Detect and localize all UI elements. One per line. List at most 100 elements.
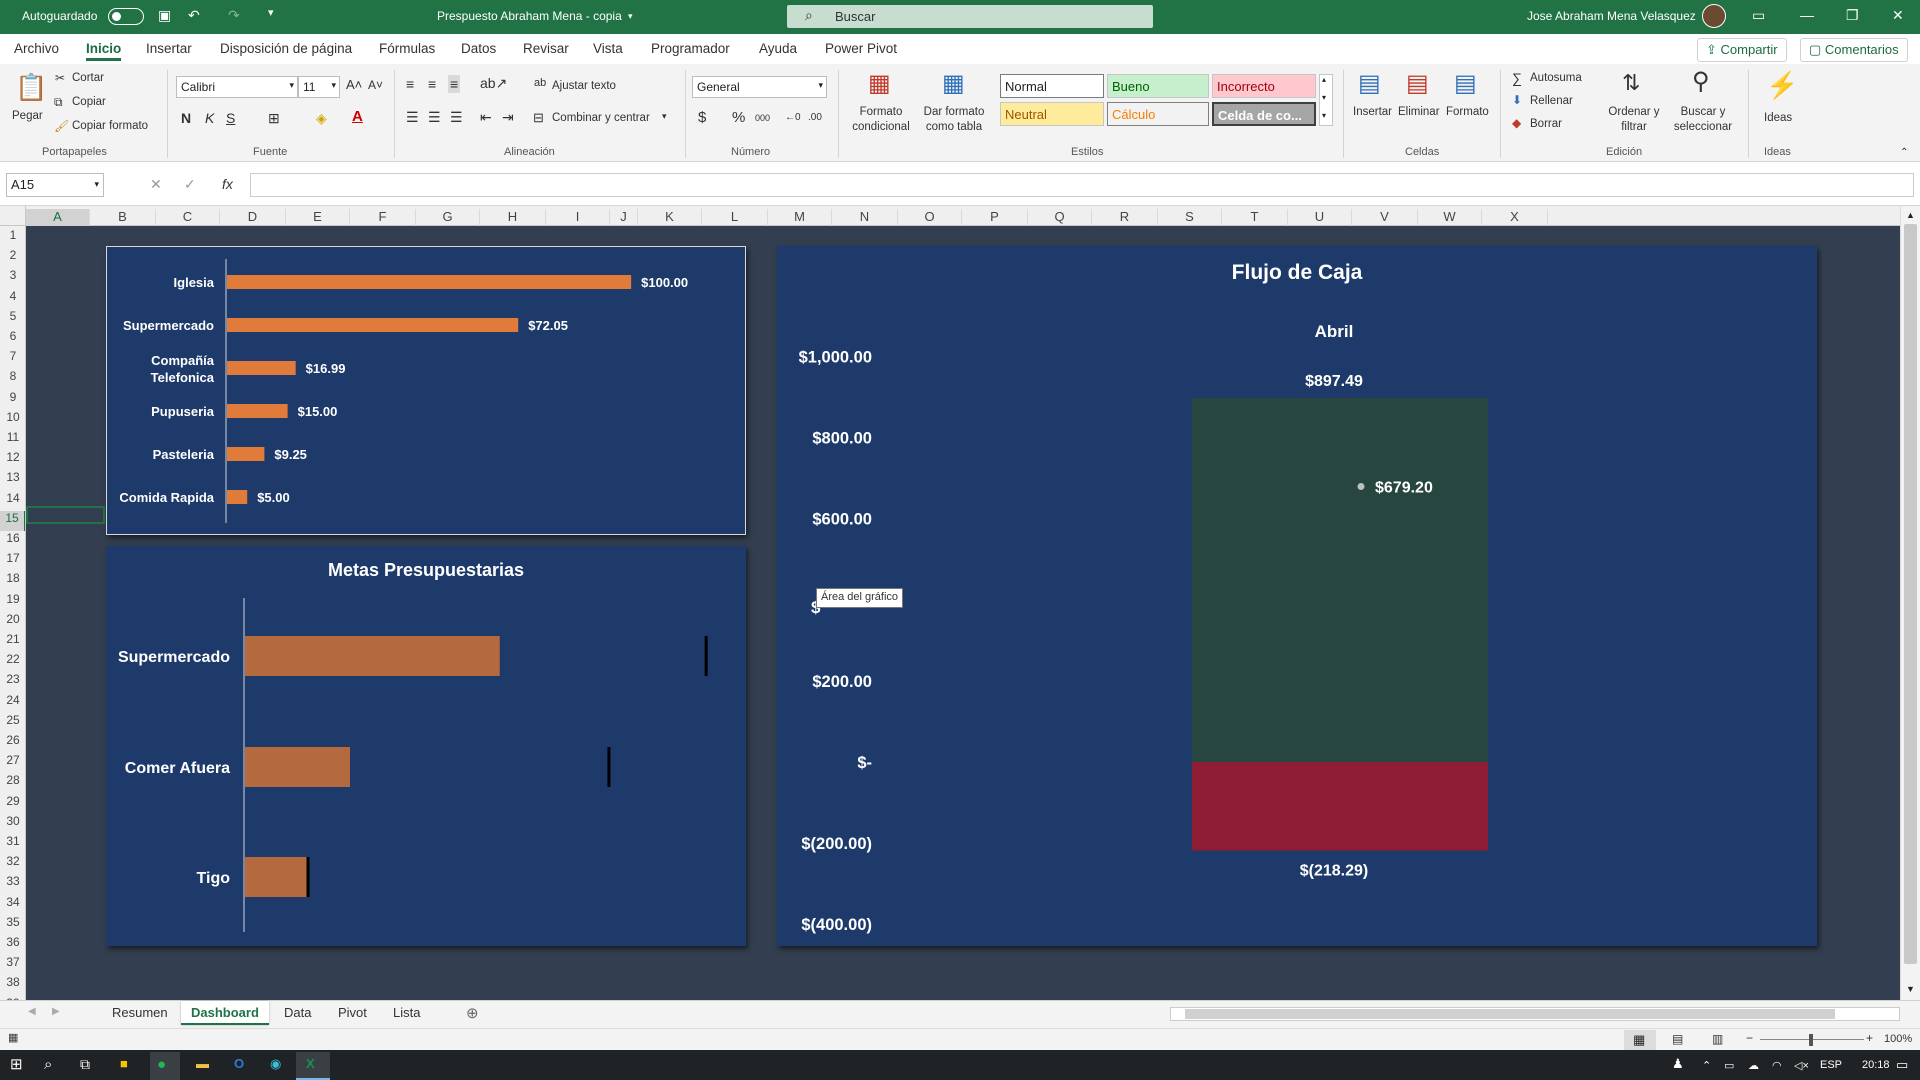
font-color-icon[interactable]: A xyxy=(352,109,363,124)
prev-sheet-icon[interactable]: ◀ xyxy=(28,1007,36,1017)
select-all-corner[interactable] xyxy=(0,206,26,226)
row-header-31[interactable]: 31 xyxy=(0,834,25,854)
row-header-24[interactable]: 24 xyxy=(0,693,25,713)
increase-font-icon[interactable]: A˄ xyxy=(346,78,362,91)
close-icon[interactable]: ✕ xyxy=(1892,8,1904,22)
menu-power-pivot[interactable]: Power Pivot xyxy=(825,41,897,56)
style-normal[interactable]: Normal xyxy=(1000,74,1104,98)
format-cells-button[interactable]: ▤ Formato xyxy=(1444,70,1492,142)
restore-icon[interactable]: ❐ xyxy=(1846,8,1859,22)
wifi-icon[interactable]: ◠ xyxy=(1772,1059,1782,1072)
battery-icon[interactable]: ▭ xyxy=(1724,1059,1734,1072)
decrease-font-icon[interactable]: A˅ xyxy=(368,79,383,91)
borders-icon[interactable]: ⊞ xyxy=(268,111,280,125)
windows-start-icon[interactable]: ⊞ xyxy=(10,1057,23,1072)
styles-scroll[interactable]: ▴ ▾ ▾ xyxy=(1319,74,1333,126)
row-header-18[interactable]: 18 xyxy=(0,571,25,591)
row-header-29[interactable]: 29 xyxy=(0,794,25,814)
align-bottom-icon[interactable]: ≡ xyxy=(448,75,461,93)
spending-chart[interactable]: Iglesia Supermercado Compañía Telefonica Pup… xyxy=(106,246,746,535)
thousands-icon[interactable]: 000 xyxy=(755,114,770,123)
align-center-icon[interactable]: ☰ xyxy=(428,110,441,124)
paste-button[interactable]: 📋 Pegar xyxy=(10,70,48,136)
row-header-19[interactable]: 19 xyxy=(0,592,25,612)
autosave-toggle[interactable] xyxy=(108,8,144,25)
row-header-35[interactable]: 35 xyxy=(0,915,25,935)
show-hidden-icon[interactable]: ⌃ xyxy=(1702,1059,1711,1072)
notification-icon[interactable]: ▭ xyxy=(1896,1057,1908,1073)
row-header-5[interactable]: 5 xyxy=(0,309,25,329)
page-break-icon[interactable]: ▥ xyxy=(1712,1033,1723,1045)
percent-icon[interactable]: % xyxy=(732,110,745,125)
row-header-25[interactable]: 25 xyxy=(0,713,25,733)
page-layout-icon[interactable]: ▤ xyxy=(1672,1033,1683,1045)
underline-button[interactable]: S xyxy=(226,110,235,126)
clear-button[interactable]: Borrar xyxy=(1530,118,1562,130)
undo-icon[interactable]: ↶ xyxy=(188,8,200,22)
add-sheet-icon[interactable]: ⊕ xyxy=(466,1006,479,1021)
align-right-icon[interactable]: ☰ xyxy=(450,110,463,124)
file-explorer-icon[interactable]: ▬ xyxy=(196,1057,209,1070)
cash-flow-chart[interactable]: Flujo de Caja Abril $1,000.00 $800.00 $600… xyxy=(777,246,1817,946)
normal-view-button[interactable]: ▦ xyxy=(1624,1030,1656,1050)
bold-button[interactable]: N xyxy=(181,110,191,126)
style-calculo[interactable]: Cálculo xyxy=(1107,102,1209,126)
menu-datos[interactable]: Datos xyxy=(461,41,496,56)
row-header-32[interactable]: 32 xyxy=(0,854,25,874)
row-header-33[interactable]: 33 xyxy=(0,874,25,894)
copy-icon[interactable]: ⧉ xyxy=(54,96,63,108)
row-header-1[interactable]: 1 xyxy=(0,228,25,248)
menu-insertar[interactable]: Insertar xyxy=(146,41,192,56)
macro-record-icon[interactable]: ▦ xyxy=(8,1033,18,1044)
format-painter-button[interactable]: Copiar formato xyxy=(72,120,148,132)
next-sheet-icon[interactable]: ▶ xyxy=(52,1007,60,1017)
row-header-11[interactable]: 11 xyxy=(0,430,25,450)
autosum-button[interactable]: Autosuma xyxy=(1530,72,1582,84)
title-dropdown-icon[interactable]: ▾ xyxy=(628,11,633,22)
row-header-16[interactable]: 16 xyxy=(0,531,25,551)
menu-vista[interactable]: Vista xyxy=(593,41,623,56)
currency-icon[interactable]: $ xyxy=(698,110,706,125)
sheet-area[interactable]: Iglesia Supermercado Compañía Telefonica Pup… xyxy=(26,226,1900,1000)
row-header-7[interactable]: 7 xyxy=(0,349,25,369)
style-bueno[interactable]: Bueno xyxy=(1107,74,1209,98)
menu-programador[interactable]: Programador xyxy=(651,41,730,56)
row-header-27[interactable]: 27 xyxy=(0,753,25,773)
tab-pivot[interactable]: Pivot xyxy=(338,1005,367,1020)
eraser-icon[interactable]: ◆ xyxy=(1512,117,1521,129)
merge-center-button[interactable]: Combinar y centrar xyxy=(552,112,650,124)
row-header-34[interactable]: 34 xyxy=(0,895,25,915)
font-size-select[interactable]: 11 ▾ xyxy=(298,76,340,98)
row-header-20[interactable]: 20 xyxy=(0,612,25,632)
cancel-entry-icon[interactable]: ✕ xyxy=(150,177,162,191)
row-header-10[interactable]: 10 xyxy=(0,410,25,430)
input-language[interactable]: ESP xyxy=(1820,1059,1842,1071)
format-painter-icon[interactable]: 🖌 xyxy=(54,120,69,132)
align-top-icon[interactable]: ≡ xyxy=(406,77,414,91)
redo-icon[interactable]: ↷ xyxy=(228,8,240,22)
insert-cells-button[interactable]: ▤ Insertar xyxy=(1350,70,1396,142)
menu-archivo[interactable]: Archivo xyxy=(14,41,59,56)
row-header-8[interactable]: 8 xyxy=(0,369,25,389)
row-header-21[interactable]: 21 xyxy=(0,632,25,652)
clock[interactable]: 20:18 xyxy=(1862,1059,1890,1071)
row-header-3[interactable]: 3 xyxy=(0,268,25,288)
row-header-37[interactable]: 37 xyxy=(0,955,25,975)
cut-icon[interactable]: ✂ xyxy=(55,72,65,84)
menu-ayuda[interactable]: Ayuda xyxy=(759,41,797,56)
row-header-17[interactable]: 17 xyxy=(0,551,25,571)
tab-dashboard[interactable]: Dashboard xyxy=(181,1001,269,1025)
ribbon-display-icon[interactable]: ▭ xyxy=(1752,8,1765,22)
comments-button[interactable]: ▢ Comentarios xyxy=(1800,38,1908,62)
edge-icon[interactable]: ◉ xyxy=(270,1057,281,1070)
italic-button[interactable]: K xyxy=(205,110,214,126)
search-icon[interactable]: ⌕ xyxy=(44,1057,52,1072)
name-box[interactable]: A15 ▾ xyxy=(6,173,104,197)
row-header-26[interactable]: 26 xyxy=(0,733,25,753)
row-header-36[interactable]: 36 xyxy=(0,935,25,955)
horizontal-scrollbar[interactable] xyxy=(1170,1007,1900,1021)
align-middle-icon[interactable]: ≡ xyxy=(428,77,436,91)
row-header-15[interactable]: 15 xyxy=(0,510,25,531)
hscroll-thumb[interactable] xyxy=(1185,1009,1835,1019)
row-header-9[interactable]: 9 xyxy=(0,390,25,410)
